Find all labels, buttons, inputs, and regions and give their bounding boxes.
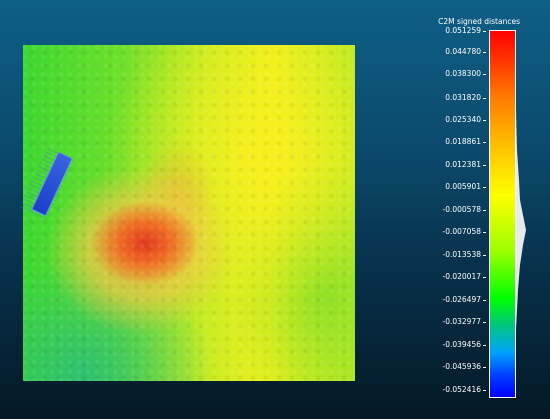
3d-viewport[interactable]: C2M signed distances 0.051259 0.044780 0…: [0, 0, 550, 419]
scale-tick: -0.007058: [420, 228, 486, 236]
scale-tick: -0.045936: [420, 363, 486, 371]
scale-tick: 0.018861: [420, 138, 486, 146]
scale-tick: -0.013538: [420, 251, 486, 259]
scale-tick: -0.039456: [420, 341, 486, 349]
scalar-field-title: C2M signed distances: [438, 17, 520, 26]
histogram: [516, 30, 526, 398]
scale-tick: 0.012381: [420, 161, 486, 169]
color-scale-bar: [489, 30, 516, 398]
scale-tick: 0.038300: [420, 70, 486, 78]
scale-tick: 0.025340: [420, 116, 486, 124]
scale-tick: 0.051259: [420, 27, 486, 35]
scale-tick: -0.026497: [420, 296, 486, 304]
scale-tick: -0.052416: [420, 386, 486, 394]
scale-tick: 0.005901: [420, 183, 486, 191]
scale-tick: -0.000578: [420, 206, 486, 214]
scale-tick: -0.032977: [420, 318, 486, 326]
scale-tick: 0.031820: [420, 94, 486, 102]
point-cloud[interactable]: [23, 45, 355, 381]
scale-tick: -0.020017: [420, 273, 486, 281]
scale-tick: 0.044780: [420, 48, 486, 56]
